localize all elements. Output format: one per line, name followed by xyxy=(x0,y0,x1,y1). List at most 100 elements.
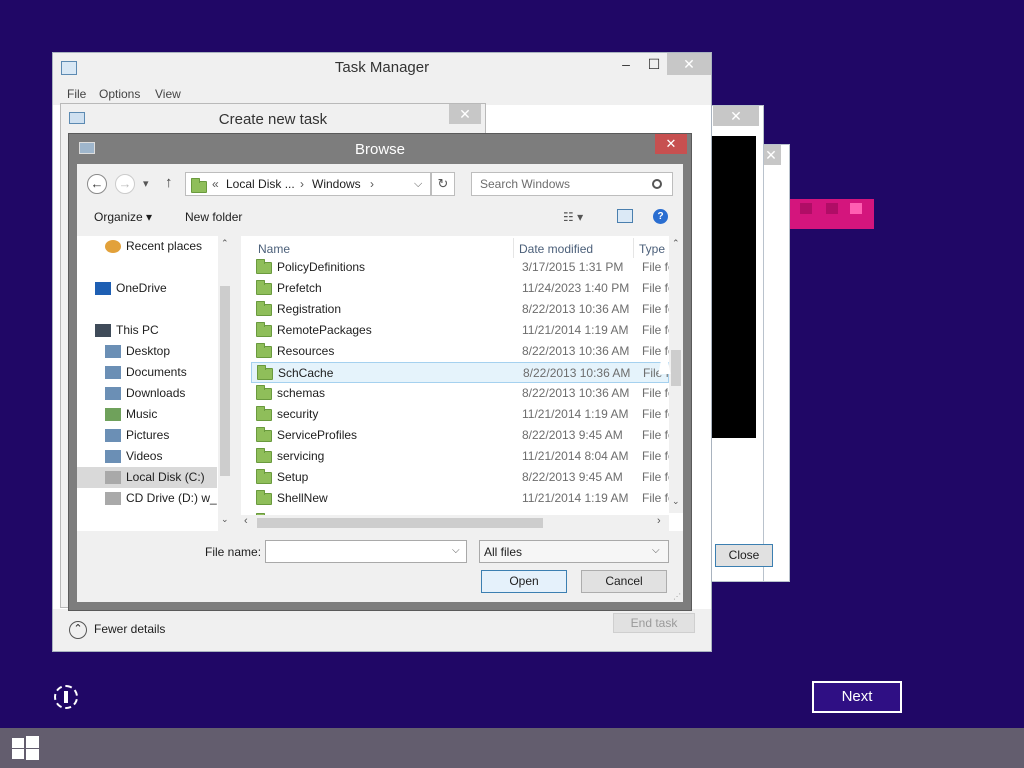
nav-scrollbar[interactable]: ⌃ ⌄ xyxy=(218,236,232,531)
fewer-details-link[interactable]: Fewer details xyxy=(94,622,165,636)
file-type-select[interactable]: All files ⌵ xyxy=(479,540,669,563)
chevron-down-icon[interactable]: ⌵ xyxy=(652,545,660,556)
file-hscrollbar[interactable]: ‹ › xyxy=(241,515,669,531)
recent-dropdown-icon[interactable]: ▾ xyxy=(143,177,149,190)
open-button[interactable]: Open xyxy=(481,570,567,593)
file-name: Resources xyxy=(277,344,335,358)
file-type: File fol xyxy=(642,302,672,316)
file-row[interactable]: RemotePackages 11/21/2014 1:19 AM File fol xyxy=(251,320,672,341)
address-segment-windows[interactable]: Windows xyxy=(312,177,361,191)
scroll-left-arrow[interactable]: ‹ xyxy=(244,515,248,527)
close-icon[interactable]: ✕ xyxy=(713,106,759,126)
scroll-right-arrow[interactable]: › xyxy=(657,515,661,527)
scroll-up-arrow[interactable]: ⌃ xyxy=(221,238,229,249)
file-name: Prefetch xyxy=(277,281,322,295)
nav-item[interactable]: Downloads xyxy=(77,383,217,404)
file-name: Setup xyxy=(277,470,309,484)
maximize-button[interactable]: ☐ xyxy=(641,53,667,75)
close-button[interactable]: Close xyxy=(715,544,773,567)
nav-item[interactable]: Documents xyxy=(77,362,217,383)
scroll-down-arrow[interactable]: ⌄ xyxy=(221,514,229,525)
next-button[interactable]: Next xyxy=(812,681,902,713)
scrollbar-thumb[interactable] xyxy=(257,518,543,528)
close-icon[interactable]: ✕ xyxy=(449,104,481,124)
chevron-right-icon[interactable]: › xyxy=(370,177,374,191)
file-name-input[interactable]: ⌵ xyxy=(265,540,467,563)
ease-of-access-icon[interactable] xyxy=(54,685,78,709)
nav-item-label: This PC xyxy=(116,323,159,337)
scrollbar-thumb[interactable] xyxy=(671,350,681,386)
file-row[interactable]: Prefetch 11/24/2023 1:40 PM File fol xyxy=(251,278,672,299)
chevron-up-icon[interactable]: ⌃ xyxy=(69,621,87,639)
file-row[interactable]: ShellNew 11/21/2014 1:19 AM File fol xyxy=(251,488,672,509)
organize-menu[interactable]: Organize ▾ xyxy=(94,210,152,224)
search-icon[interactable] xyxy=(652,179,662,189)
chevron-down-icon[interactable]: ⌵ xyxy=(452,545,460,556)
scroll-down-arrow[interactable]: ⌄ xyxy=(672,496,680,507)
forward-button[interactable]: → xyxy=(115,174,135,194)
end-task-button[interactable]: End task xyxy=(613,613,695,633)
close-icon[interactable]: ✕ xyxy=(761,145,781,165)
view-list-icon[interactable]: ☷ ▾ xyxy=(563,210,583,224)
cancel-button[interactable]: Cancel xyxy=(581,570,667,593)
file-row[interactable]: schemas 8/22/2013 10:36 AM File fol xyxy=(251,383,672,404)
column-header-name[interactable]: Name xyxy=(258,242,290,256)
file-type: File fol xyxy=(642,491,672,505)
close-icon[interactable]: ✕ xyxy=(655,134,687,154)
search-input[interactable]: Search Windows xyxy=(480,177,570,191)
file-date: 8/22/2013 10:36 AM xyxy=(522,386,630,400)
nav-item[interactable]: Local Disk (C:) xyxy=(77,467,217,488)
file-row[interactable]: security 11/21/2014 1:19 AM File fol xyxy=(251,404,672,425)
chevron-right-icon[interactable]: › xyxy=(300,177,304,191)
new-folder-button[interactable]: New folder xyxy=(185,210,242,224)
nav-item-label: Downloads xyxy=(126,386,186,400)
folder-icon xyxy=(256,343,272,358)
column-header-type[interactable]: Type xyxy=(639,242,665,256)
address-segment-local-disk[interactable]: Local Disk ... xyxy=(226,177,295,191)
scrollbar-thumb[interactable] xyxy=(220,286,230,476)
scroll-up-arrow[interactable]: ⌃ xyxy=(672,238,680,249)
file-name: Registration xyxy=(277,302,342,316)
back-button[interactable]: ← xyxy=(87,174,107,194)
address-dropdown-icon[interactable]: ⌵ xyxy=(414,178,422,191)
preview-pane-icon[interactable] xyxy=(617,209,633,223)
column-divider[interactable] xyxy=(633,238,634,258)
up-button[interactable]: ↑ xyxy=(165,174,173,191)
file-row[interactable]: Registration 8/22/2013 10:36 AM File fol xyxy=(251,299,672,320)
column-divider[interactable] xyxy=(513,238,514,258)
menu-file[interactable]: File xyxy=(67,87,86,101)
nav-item[interactable]: OneDrive xyxy=(77,278,217,299)
file-row[interactable]: servicing 11/21/2014 8:04 AM File fol xyxy=(251,446,672,467)
search-box[interactable]: Search Windows xyxy=(471,172,673,196)
file-row[interactable]: Resources8/22/2013 10:36 AMFile fol xyxy=(251,341,672,362)
menu-options[interactable]: Options xyxy=(99,87,140,101)
file-name: security xyxy=(277,407,319,421)
file-name: schemas xyxy=(277,386,326,400)
nav-item[interactable]: This PC xyxy=(77,320,217,341)
nav-item[interactable]: Recent places xyxy=(77,236,217,257)
file-type: File fol xyxy=(642,386,672,400)
file-vscrollbar[interactable]: ⌃ ⌄ xyxy=(669,236,683,513)
refresh-button[interactable]: ↻ xyxy=(431,172,455,196)
file-row[interactable]: Setup 8/22/2013 9:45 AM File fol xyxy=(251,467,672,488)
documents-icon xyxy=(105,366,121,379)
windows-logo-icon[interactable] xyxy=(12,736,39,760)
address-bar[interactable]: « Local Disk ... › Windows › ⌵ xyxy=(185,172,431,196)
nav-item[interactable]: Desktop xyxy=(77,341,217,362)
close-button[interactable]: ✕ xyxy=(667,53,711,75)
file-row[interactable]: ServiceProfiles 8/22/2013 9:45 AM File fol xyxy=(251,425,672,446)
help-icon[interactable]: ? xyxy=(653,209,668,224)
nav-item[interactable]: CD Drive (D:) w_8 xyxy=(77,488,217,509)
nav-item[interactable]: Pictures xyxy=(77,425,217,446)
minimize-button[interactable]: – xyxy=(613,53,639,75)
folder-icon xyxy=(256,322,272,337)
resize-grip-icon[interactable]: ⋰ xyxy=(673,592,681,601)
nav-item[interactable]: Videos xyxy=(77,446,217,467)
browse-content: ← → ▾ ↑ « Local Disk ... › Windows › ⌵ ↻… xyxy=(77,164,683,602)
file-row[interactable]: PolicyDefinitions 3/17/2015 1:31 PM File f… xyxy=(251,257,672,278)
file-row[interactable]: SchCache8/22/2013 10:36 AMFile fol xyxy=(251,362,673,383)
computer-icon xyxy=(95,324,111,337)
menu-view[interactable]: View xyxy=(155,87,181,101)
column-header-date[interactable]: Date modified xyxy=(519,242,593,256)
nav-item[interactable]: Music xyxy=(77,404,217,425)
